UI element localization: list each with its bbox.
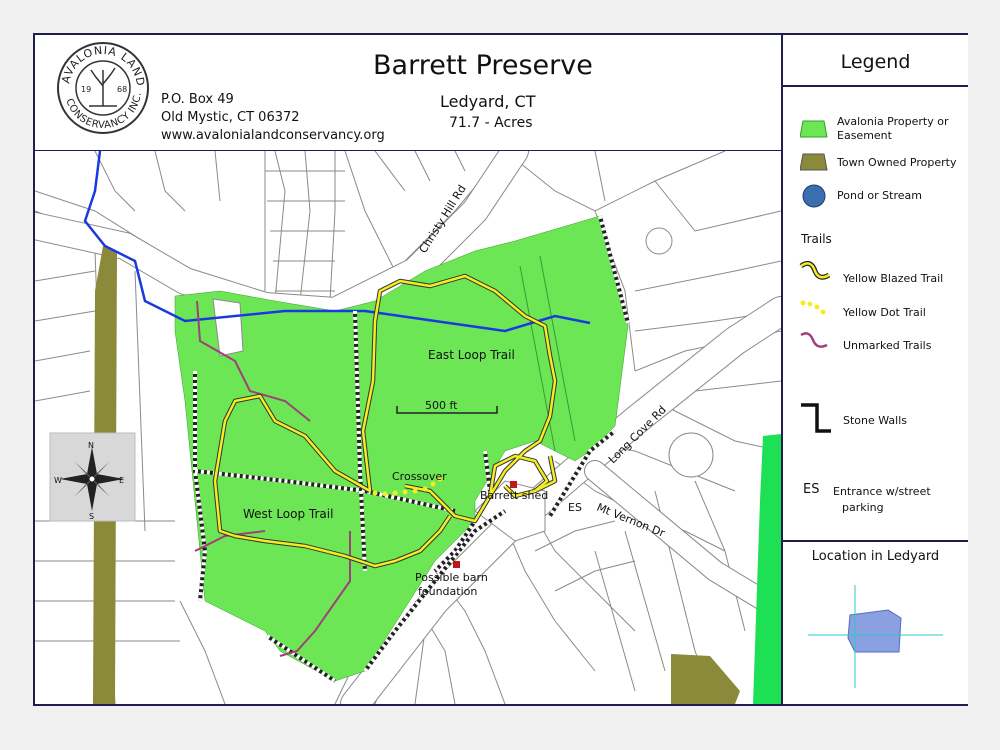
- scale-label: 500 ft: [425, 399, 458, 412]
- yellow-dot-swatch-icon: [800, 300, 826, 315]
- avalonia-swatch-icon: [800, 120, 828, 138]
- legend-avalonia-label: Avalonia Property or Easement: [837, 115, 949, 142]
- compass-e: E: [119, 476, 124, 485]
- pond-swatch-icon: [802, 184, 826, 208]
- legend-yellow-dot-label: Yellow Dot Trail: [843, 306, 926, 319]
- location-title: Location in Ledyard: [811, 549, 940, 564]
- legend-divider: [783, 85, 968, 87]
- legend-stone-walls-label: Stone Walls: [843, 414, 908, 427]
- preserve-title: Barrett Preserve: [373, 50, 593, 81]
- barn-foundation-label-line2: foundation: [418, 585, 477, 598]
- barn-foundation-label-line1: Possible barn: [415, 571, 488, 584]
- town-swatch-icon: [800, 153, 828, 171]
- address-line2: Old Mystic, CT 06372: [161, 110, 300, 125]
- location-inset-map: [808, 585, 943, 688]
- compass-rose: N S E W: [49, 432, 136, 522]
- es-map-label: ES: [568, 501, 582, 514]
- west-loop-trail-label: West Loop Trail: [243, 507, 333, 521]
- yellow-blazed-swatch-icon: [799, 261, 831, 280]
- website-link[interactable]: www.avalonialandconservancy.org: [161, 128, 385, 143]
- stone-wall-swatch-icon: [801, 403, 831, 433]
- compass-w: W: [54, 476, 62, 485]
- barrett-shed-label: Barrett shed: [480, 489, 548, 502]
- legend-yellow-blazed-label: Yellow Blazed Trail: [843, 272, 944, 285]
- barrett-shed-marker: [510, 481, 517, 488]
- legend-town-label: Town Owned Property: [837, 156, 957, 169]
- legend-panel: Legend Avalonia Property or Easement Tow…: [781, 35, 968, 704]
- legend-es-label-line2: parking: [842, 501, 884, 514]
- header: AVALONIA LAND CONSERVANCY INC. 19 68 Bar…: [35, 35, 781, 152]
- ledyard-outline: [847, 609, 902, 653]
- acreage-label: 71.7 - Acres: [449, 115, 533, 131]
- compass-s: S: [89, 512, 94, 521]
- legend-pond-label: Pond or Stream: [837, 189, 922, 202]
- barn-foundation-marker: [453, 561, 460, 568]
- map-canvas: 500 ft Christy Hill Rd East Loop Trail W…: [21, 137, 796, 719]
- compass-n: N: [88, 441, 94, 450]
- legend-unmarked-label: Unmarked Trails: [843, 339, 932, 352]
- town-label: Ledyard, CT: [440, 92, 536, 111]
- legend-title: Legend: [840, 51, 911, 73]
- logo-year-left: 19: [81, 85, 91, 94]
- legend-es-label-line1: Entrance w/street: [833, 485, 931, 498]
- cul-de-sac-long-cove: [668, 432, 714, 478]
- logo-year-right: 68: [117, 85, 127, 94]
- unmarked-swatch-icon: [800, 332, 828, 348]
- cul-de-sac: [645, 227, 673, 255]
- crossover-label: Crossover: [392, 470, 447, 483]
- address-line1: P.O. Box 49: [161, 92, 234, 107]
- legend-trails-heading: Trails: [801, 232, 832, 246]
- east-loop-trail-label: East Loop Trail: [428, 348, 515, 362]
- avalonia-logo: AVALONIA LAND CONSERVANCY INC. 19 68: [57, 42, 149, 134]
- preserve-map: 500 ft Christy Hill Rd East Loop Trail W…: [21, 137, 796, 719]
- legend-es-code: ES: [803, 482, 820, 497]
- location-divider: [783, 540, 968, 542]
